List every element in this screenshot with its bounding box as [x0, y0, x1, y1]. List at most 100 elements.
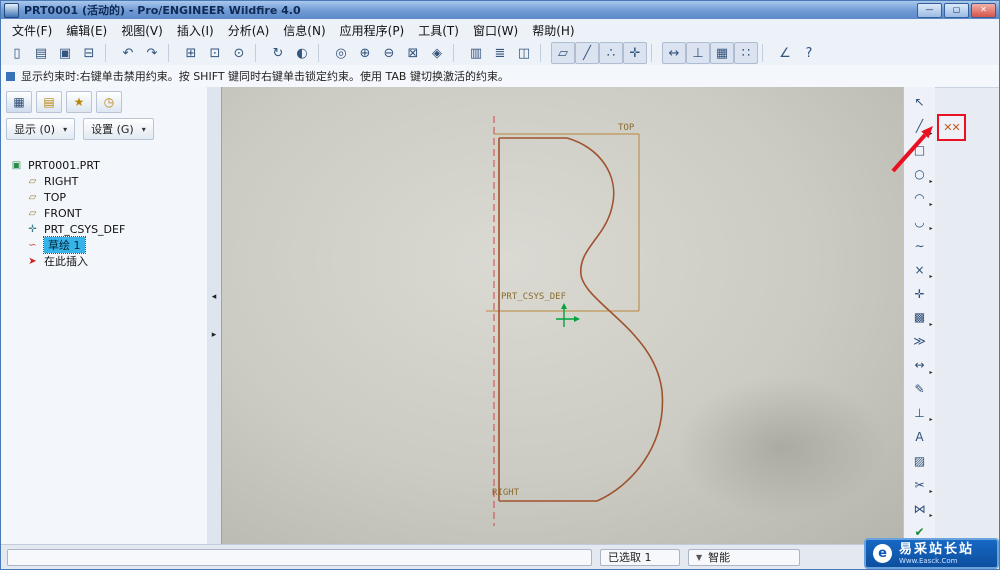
tree-item[interactable]: ▱ TOP [1, 189, 207, 205]
find-button[interactable]: ⊙ [227, 42, 251, 64]
reorient-button[interactable]: ◈ [425, 42, 449, 64]
zoom-in-icon: ⊕ [359, 45, 371, 61]
sketch-orient-button[interactable]: ∠ [773, 42, 797, 64]
settings-dropdown-label: 设置 (G) [91, 123, 134, 136]
mirror-tool[interactable]: ⋈ [906, 497, 934, 520]
settings-dropdown[interactable]: 设置 (G) ▾ [83, 118, 154, 140]
context-help-button[interactable]: ? [797, 42, 821, 64]
save-button[interactable]: ▣ [53, 42, 77, 64]
undo-button[interactable]: ↶ [116, 42, 140, 64]
line-tool[interactable]: ╱ [906, 115, 934, 138]
tree-toolbar: 显示 (0) ▾ 设置 (G) ▾ [1, 117, 207, 141]
message-bar: 显示约束时:右键单击禁用约束。按 SHIFT 键同时右键单击锁定约束。使用 TA… [1, 65, 999, 88]
copy-button[interactable]: ⊞ [179, 42, 203, 64]
folder-browser-tab[interactable]: ▤ [36, 91, 62, 113]
menu-item[interactable]: 窗口(W) [466, 20, 525, 41]
offset-tool[interactable]: ≫ [906, 330, 934, 353]
app-icon [4, 2, 19, 18]
refit-button[interactable]: ⊠ [401, 42, 425, 64]
selection-filter-dropdown[interactable]: ▼ 智能 [688, 548, 800, 566]
layers-button[interactable]: ≣ [488, 42, 512, 64]
vertices-display-toggle[interactable]: ∷ [734, 42, 758, 64]
favorites-tab[interactable]: ★ [66, 91, 92, 113]
menu-item[interactable]: 工具(T) [411, 20, 466, 41]
constraints-display-toggle[interactable]: ⊥ [686, 42, 710, 64]
panel-sash[interactable]: ◂ ▸ [207, 87, 222, 544]
grid-display-toggle[interactable]: ▦ [710, 42, 734, 64]
refit-icon: ⊠ [407, 45, 419, 61]
minimize-button[interactable]: — [917, 2, 942, 18]
repaint-button[interactable]: ↻ [266, 42, 290, 64]
datum-axes-toggle[interactable]: ╱ [575, 42, 599, 64]
tree-item[interactable]: ∽ 草绘 1 [1, 236, 207, 254]
rectangle-tool[interactable]: □ [906, 139, 934, 162]
tree-item[interactable]: ✛ PRT_CSYS_DEF [1, 221, 207, 237]
spline-points-icon: ✕✕ [943, 121, 960, 134]
filter-label: 智能 [708, 551, 731, 564]
menu-item[interactable]: 帮助(H) [525, 20, 581, 41]
tree-item[interactable]: ▱ RIGHT [1, 173, 207, 189]
open-button[interactable]: ▤ [29, 42, 53, 64]
shade-button[interactable]: ◐ [290, 42, 314, 64]
arc-tool[interactable]: ◠ [906, 187, 934, 210]
model-tree-tab[interactable]: ▦ [6, 91, 32, 113]
filter-icon: ▼ [696, 552, 703, 562]
profile-spline [566, 137, 664, 502]
show-dropdown[interactable]: 显示 (0) ▾ [6, 118, 76, 140]
offset-icon: ≫ [913, 334, 926, 349]
palette-tool[interactable]: ▨ [906, 449, 934, 472]
view-manager-button[interactable]: ◫ [512, 42, 536, 64]
use-edge-tool[interactable]: ▩ [906, 306, 934, 329]
constraint-tool[interactable]: ⊥ [906, 402, 934, 425]
window-buttons: — ▢ ✕ [915, 2, 996, 18]
dims-display-toggle[interactable]: ↔ [662, 42, 686, 64]
tree-item[interactable]: ➤ 在此插入 [1, 253, 207, 269]
fillet-tool[interactable]: ◡ [906, 210, 934, 233]
use-edge-icon: ▩ [913, 310, 926, 325]
trim-tool[interactable]: ✂ [906, 473, 934, 496]
menu-item[interactable]: 信息(N) [276, 20, 332, 41]
zoom-in-button[interactable]: ⊕ [353, 42, 377, 64]
highlighted-tool-button[interactable]: ✕✕ [937, 114, 966, 141]
close-button[interactable]: ✕ [971, 2, 996, 18]
datum-planes-toggle[interactable]: ▱ [551, 42, 575, 64]
csys-tool[interactable]: ✛ [906, 282, 934, 305]
spin-center-button[interactable]: ◎ [329, 42, 353, 64]
saved-views-button[interactable]: ▥ [464, 42, 488, 64]
maximize-button[interactable]: ▢ [944, 2, 969, 18]
new-button[interactable]: ▯ [5, 42, 29, 64]
sketch-drawing: TOP PRT_CSYS_DEF RIGHT [486, 116, 664, 526]
insert-here-icon: ➤ [28, 255, 37, 267]
menu-item[interactable]: 分析(A) [221, 20, 277, 41]
select-tool[interactable]: ↖ [906, 91, 934, 114]
menu-item[interactable]: 应用程序(P) [333, 20, 412, 41]
menu-item[interactable]: 文件(F) [5, 20, 59, 41]
datum-points-toggle[interactable]: ∴ [599, 42, 623, 64]
tree-item[interactable]: ▣ PRT0001.PRT [1, 157, 207, 173]
modify-tool[interactable]: ✎ [906, 378, 934, 401]
print-button[interactable]: ⊟ [77, 42, 101, 64]
menu-item[interactable]: 视图(V) [114, 20, 170, 41]
zoom-out-button[interactable]: ⊖ [377, 42, 401, 64]
point-tool[interactable]: × [906, 258, 934, 281]
trim-icon: ✂ [914, 477, 925, 492]
paste-button[interactable]: ⊡ [203, 42, 227, 64]
menu-item[interactable]: 插入(I) [170, 20, 221, 41]
spline-tool[interactable]: ∼ [906, 234, 934, 257]
dimension-tool[interactable]: ↔ [906, 354, 934, 377]
datum-csys-toggle[interactable]: ✛ [623, 42, 647, 64]
collapse-left-icon[interactable]: ◂ [212, 292, 217, 302]
tree-item[interactable]: ▱ FRONT [1, 205, 207, 221]
circle-tool[interactable]: ○ [906, 163, 934, 186]
menu-item[interactable]: 编辑(E) [59, 20, 114, 41]
print-icon: ⊟ [83, 45, 95, 61]
csys-label: PRT_CSYS_DEF [501, 292, 566, 302]
collapse-right-icon[interactable]: ▸ [212, 330, 217, 340]
history-tab[interactable]: ◷ [96, 91, 122, 113]
title-bar[interactable]: PRT0001 (活动的) - Pro/ENGINEER Wildfire 4.… [1, 1, 999, 19]
datum-plane-icon: ▱ [28, 175, 37, 187]
graphics-canvas[interactable]: TOP PRT_CSYS_DEF RIGHT [221, 87, 904, 544]
text-tool[interactable]: A [906, 425, 934, 448]
redo-button[interactable]: ↷ [140, 42, 164, 64]
profile-lines [498, 137, 597, 502]
